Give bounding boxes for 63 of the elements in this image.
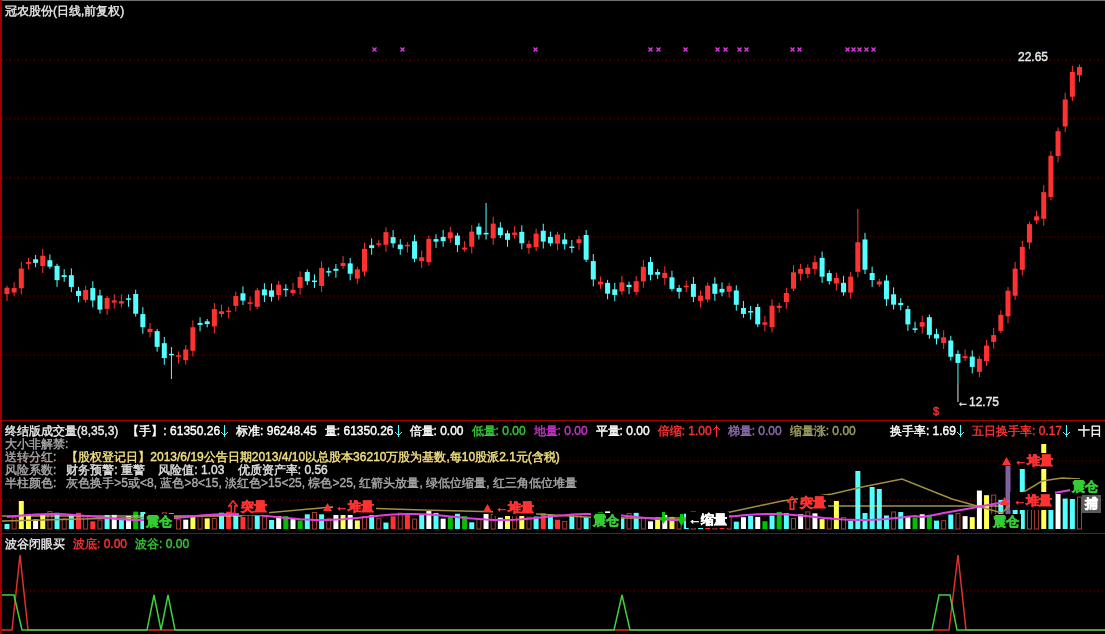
cross-marker-icon: [715, 47, 720, 52]
triangle-icon: [1002, 457, 1011, 465]
annotation-label: 震仓: [1070, 479, 1100, 495]
annotation-label: ←堆量: [1012, 453, 1055, 469]
panel-title: 波谷闭眼买: [5, 537, 65, 551]
up-arrow-icon: [228, 500, 238, 514]
cross-marker-icon: [648, 47, 653, 52]
info-text: 灰色换手>5或<8, 蓝色>8<15, 淡红色>15<25, 棕色>25, 红箭头放量, 绿低位缩量, 红三角低位堆量: [66, 477, 577, 490]
down-arrow-icon: [660, 512, 667, 524]
down-arrow-icon: [678, 514, 685, 526]
annotation-label: 突量: [239, 499, 269, 515]
readout-text: 【手】: 61350.26: [127, 424, 221, 438]
cross-marker-icon: [864, 47, 869, 52]
readout-text: 波谷: 0.00: [135, 537, 190, 551]
annotation-label: 震仓: [591, 513, 621, 529]
readout-text: 波底: 0.00: [73, 537, 128, 551]
info-text: 【股权登记日】2013/6/19公告日期2013/4/10以总股本36210万股为基数,每10股派2.1元(含税): [66, 451, 560, 464]
annotation-label: 震仓: [991, 514, 1021, 530]
low-price-label: ←12.75: [957, 395, 1000, 409]
up-arrow-icon: [787, 496, 797, 510]
readout-text: 平量: 0.00: [595, 424, 650, 438]
info-label: 大小非解禁:: [5, 438, 69, 451]
readout-text: 地量: 0.00: [533, 424, 588, 438]
high-price-label: 22.65: [1018, 50, 1049, 64]
cross-marker-icon: [797, 47, 802, 52]
triangle-icon: [1000, 497, 1009, 505]
readout-text: 十日: [1078, 424, 1102, 438]
cross-marker-icon: [723, 47, 728, 52]
cross-marker-icon: [372, 47, 377, 52]
chart-title: 冠农股份(日线,前复权): [5, 4, 125, 18]
readout-text: 倍量: 0.00: [409, 424, 464, 438]
info-text: 财务预警: 重警 风险值: 1.03 优质资产率: 0.56: [66, 464, 328, 477]
cross-marker-icon: [737, 47, 742, 52]
readout-text: 换手率: 1.69: [889, 424, 956, 438]
readout-text: 倍缩: 1.00: [657, 424, 712, 438]
annotation-label: ←堆量: [493, 500, 536, 516]
cross-marker-icon: [400, 47, 405, 52]
annotation-label: ←堆量: [1013, 494, 1052, 508]
annotation-label: 震仓: [144, 514, 174, 530]
readout-text: 梯量: 0.00: [727, 424, 782, 438]
panel-title: 终结版成交量(8,35,3): [5, 424, 119, 438]
readout-text: 标准: 96248.45: [236, 424, 317, 438]
readout-text: 五日换手率: 0.17: [971, 424, 1062, 438]
cross-marker-icon: [744, 47, 749, 52]
low-price-leader-line: [957, 383, 959, 403]
readout-text: 低量: 0.00: [471, 424, 526, 438]
annotation-label: ←缩量: [686, 512, 729, 528]
triangle-icon: [483, 504, 492, 512]
cross-marker-icon: [683, 47, 688, 52]
triangle-icon: [323, 503, 332, 511]
readout-text: 缩量涨: 0.00: [789, 424, 856, 438]
cross-marker-icon: [871, 47, 876, 52]
cross-marker-icon: [790, 47, 795, 52]
info-label: 风险系数:: [5, 464, 57, 477]
readout-text: 量: 61350.26: [324, 424, 394, 438]
signal-marker: $: [933, 405, 940, 418]
annotation-label: 突量: [798, 495, 828, 511]
annotation-label: ←堆量: [333, 499, 376, 515]
cross-marker-icon: [533, 47, 538, 52]
annotation-label: 捕: [1085, 497, 1098, 511]
info-label: 送转分红:: [5, 451, 57, 464]
info-label: 半柱颜色:: [5, 477, 57, 490]
cross-marker-icon: [656, 47, 661, 52]
